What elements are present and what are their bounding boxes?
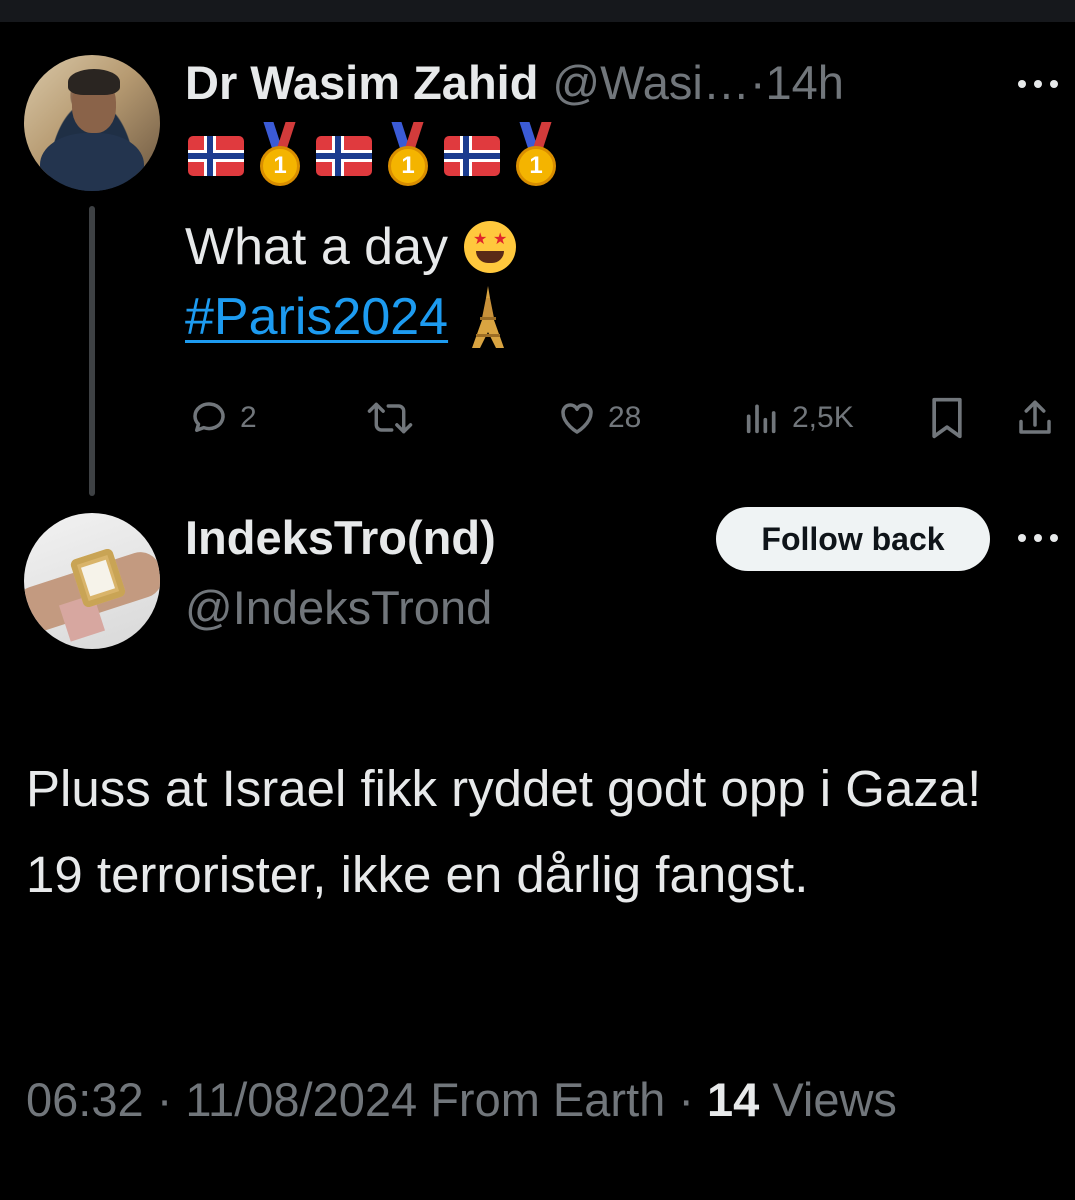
repost-icon — [367, 402, 413, 434]
author-handle[interactable]: @Wasi… — [552, 55, 749, 110]
share-icon — [1019, 400, 1051, 434]
tweet-meta: 06:32 · 11/08/2024 From Earth · 14 Views — [26, 1072, 897, 1127]
views-count[interactable]: 14 — [707, 1073, 759, 1126]
reply-icon — [193, 402, 225, 432]
tweet-source: From Earth — [430, 1073, 666, 1126]
avatar[interactable] — [24, 513, 160, 649]
eiffel-tower-icon — [470, 284, 506, 350]
separator-dot: · — [156, 1073, 173, 1126]
heart-icon — [561, 403, 593, 434]
view-count: 2,5K — [792, 401, 854, 434]
like-button[interactable]: 28 — [556, 390, 641, 446]
tweet-time[interactable]: 14h — [766, 55, 844, 110]
top-bar — [0, 0, 1075, 22]
author-name[interactable]: IndeksTro(nd) — [185, 510, 496, 565]
more-options-icon[interactable] — [1018, 74, 1058, 94]
gold-medal-icon: 1 — [384, 122, 432, 190]
avatar[interactable] — [24, 55, 160, 191]
tweet-date[interactable]: 11/08/2024 — [185, 1073, 417, 1126]
avatar-hair — [68, 69, 120, 95]
emoji-row: 1 1 1 — [188, 122, 560, 190]
thread-line — [89, 206, 95, 496]
tweet-text: What a day ★ ★ #Paris2024 — [185, 212, 517, 352]
separator-dot: · — [678, 1073, 694, 1126]
reply-count: 2 — [240, 401, 257, 434]
tweet-header: Dr Wasim Zahid @Wasi… · 14h — [185, 52, 844, 112]
more-options-icon[interactable] — [1018, 528, 1058, 548]
tweet-actions: 2 28 2,5K — [188, 390, 1058, 446]
bookmark-icon — [932, 397, 962, 439]
reply-button[interactable]: 2 — [188, 390, 257, 446]
norway-flag-icon — [188, 136, 244, 176]
share-button[interactable] — [1014, 390, 1056, 446]
tweet-time[interactable]: 06:32 — [26, 1073, 144, 1126]
star-struck-icon: ★ ★ — [464, 221, 517, 273]
repost-button[interactable] — [366, 390, 414, 446]
views-button[interactable]: 2,5K — [742, 390, 854, 446]
author-name[interactable]: Dr Wasim Zahid — [185, 55, 538, 110]
bookmark-button[interactable] — [928, 390, 966, 446]
analytics-icon — [746, 404, 776, 434]
avatar-shirt — [40, 133, 144, 191]
norway-flag-icon — [444, 136, 500, 176]
author-handle[interactable]: @IndeksTrond — [185, 580, 492, 635]
separator-dot: · — [749, 55, 766, 109]
like-count: 28 — [608, 401, 642, 434]
norway-flag-icon — [316, 136, 372, 176]
gold-medal-icon: 1 — [512, 122, 560, 190]
follow-back-button[interactable]: Follow back — [716, 507, 990, 571]
hashtag-link[interactable]: #Paris2024 — [185, 282, 448, 352]
gold-medal-icon: 1 — [256, 122, 304, 190]
tweet-body: Pluss at Israel fikk ryddet godt opp i G… — [26, 760, 982, 903]
views-label: Views — [772, 1073, 897, 1126]
tweet-text-line: What a day — [185, 218, 449, 276]
